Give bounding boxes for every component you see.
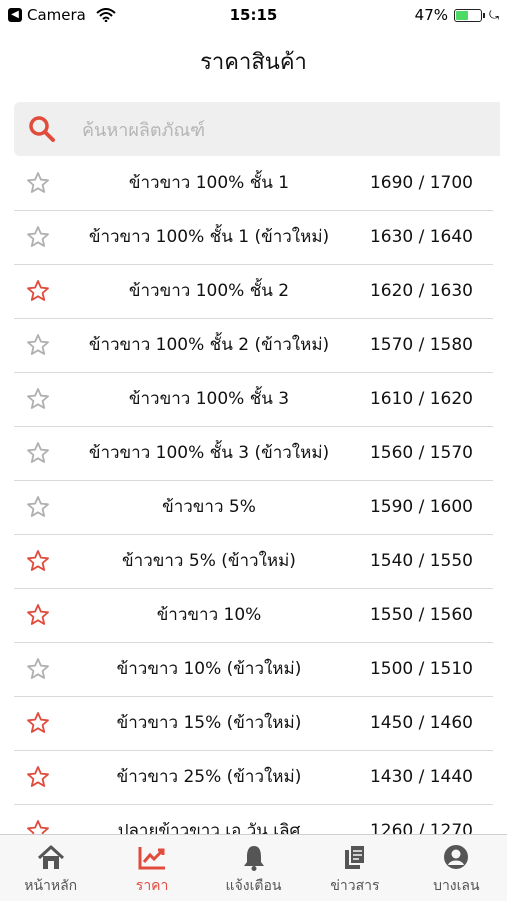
tab-label: ข่าวสาร [330,878,380,894]
star-outline-icon[interactable] [26,387,50,411]
product-price: 1450 / 1460 [369,713,473,733]
chart-icon [138,847,166,870]
product-price: 1260 / 1270 [369,821,473,834]
list-item[interactable]: ข้าวขาว 15% (ข้าวใหม่) 1450 / 1460 [14,697,493,751]
list-item[interactable]: ข้าวขาว 100% ชั้น 2 (ข้าวใหม่) 1570 / 158… [14,319,493,373]
product-price-list[interactable]: ข้าวขาว 100% ชั้น 1 1690 / 1700 ข้าวขาว 10… [14,157,493,834]
user-icon [444,845,469,869]
tab-label: หน้าหลัก [24,878,78,894]
product-price: 1690 / 1700 [369,173,473,193]
list-item[interactable]: ข้าวขาว 5% (ข้าวใหม่) 1540 / 1550 [14,535,493,589]
product-name: ข้าวขาว 100% ชั้น 1 (ข้าวใหม่) [88,227,330,247]
tab-home[interactable]: หน้าหลัก [0,835,101,901]
product-price: 1560 / 1570 [369,443,473,463]
star-filled-icon[interactable] [26,819,50,834]
product-price: 1430 / 1440 [369,767,473,787]
product-price: 1500 / 1510 [369,659,473,679]
status-bar: ◀ Camera 15:15 47% ⤿ [0,0,507,32]
product-name: ข้าวขาว 5% [162,497,256,517]
search-input[interactable] [80,114,484,146]
list-item[interactable]: ข้าวขาว 100% ชั้น 1 1690 / 1700 [14,157,493,211]
list-item[interactable]: ข้าวขาว 10% 1550 / 1560 [14,589,493,643]
search-icon [29,116,55,142]
bell-icon [243,846,264,871]
star-outline-icon[interactable] [26,171,50,195]
product-name: ข้าวขาว 5% (ข้าวใหม่) [122,551,296,571]
home-icon [37,845,64,869]
product-name: ข้าวขาว 10% [156,605,262,625]
list-item[interactable]: ข้าวขาว 5% 1590 / 1600 [14,481,493,535]
battery-status: 47% ⤿ [415,6,499,24]
star-outline-icon[interactable] [26,333,50,357]
star-outline-icon[interactable] [26,495,50,519]
star-filled-icon[interactable] [26,279,50,303]
product-name: ข้าวขาว 15% (ข้าวใหม่) [116,713,302,733]
star-filled-icon[interactable] [26,765,50,789]
list-item[interactable]: ปลายข้าวขาว เอ วัน เลิศ 1260 / 1270 [14,805,493,834]
product-price: 1620 / 1630 [369,281,473,301]
page-title: ราคาสินค้า [200,50,307,75]
product-name: ปลายข้าวขาว เอ วัน เลิศ [117,821,301,834]
charging-bolt-icon: ⤿ [489,7,499,22]
star-filled-icon[interactable] [26,711,50,735]
battery-cap [483,12,485,18]
list-item[interactable]: ข้าวขาว 100% ชั้น 3 1610 / 1620 [14,373,493,427]
tab-label: บางเลน [433,878,480,894]
search-bar[interactable] [14,102,500,156]
product-name: ข้าวขาว 25% (ข้าวใหม่) [116,767,302,787]
star-filled-icon[interactable] [26,603,50,627]
tab-documents[interactable]: ข่าวสาร [304,835,405,901]
list-item[interactable]: ข้าวขาว 100% ชั้น 3 (ข้าวใหม่) 1560 / 157… [14,427,493,481]
product-price: 1610 / 1620 [369,389,473,409]
tab-label: ราคา [135,878,169,894]
product-name: ข้าวขาว 100% ชั้น 3 (ข้าวใหม่) [88,443,330,463]
list-item[interactable]: ข้าวขาว 100% ชั้น 1 (ข้าวใหม่) 1630 / 164… [14,211,493,265]
product-name: ข้าวขาว 100% ชั้น 1 [128,173,290,193]
star-outline-icon[interactable] [26,225,50,249]
battery-percent: 47% [414,6,448,24]
tab-user[interactable]: บางเลน [406,835,507,901]
tab-bell[interactable]: แจ้งเตือน [203,835,304,901]
product-price: 1540 / 1550 [369,551,473,571]
battery-icon [454,8,482,22]
tab-bar: หน้าหลัก ราคา แจ้งเตือน ข่าวสาร บางเลน [0,834,507,901]
battery-level [456,10,469,20]
product-name: ข้าวขาว 10% (ข้าวใหม่) [116,659,302,679]
product-name: ข้าวขาว 100% ชั้น 2 (ข้าวใหม่) [88,335,330,355]
documents-icon [344,844,366,869]
star-filled-icon[interactable] [26,549,50,573]
product-price: 1630 / 1640 [369,227,473,247]
star-outline-icon[interactable] [26,441,50,465]
product-name: ข้าวขาว 100% ชั้น 2 [128,281,290,301]
product-price: 1570 / 1580 [369,335,473,355]
list-item[interactable]: ข้าวขาว 100% ชั้น 2 1620 / 1630 [14,265,493,319]
tab-label: แจ้งเตือน [225,878,282,894]
list-item[interactable]: ข้าวขาว 25% (ข้าวใหม่) 1430 / 1440 [14,751,493,805]
product-price: 1550 / 1560 [369,605,473,625]
product-price: 1590 / 1600 [369,497,473,517]
list-item[interactable]: ข้าวขาว 10% (ข้าวใหม่) 1500 / 1510 [14,643,493,697]
tab-chart[interactable]: ราคา [101,835,202,901]
product-name: ข้าวขาว 100% ชั้น 3 [128,389,290,409]
star-outline-icon[interactable] [26,657,50,681]
